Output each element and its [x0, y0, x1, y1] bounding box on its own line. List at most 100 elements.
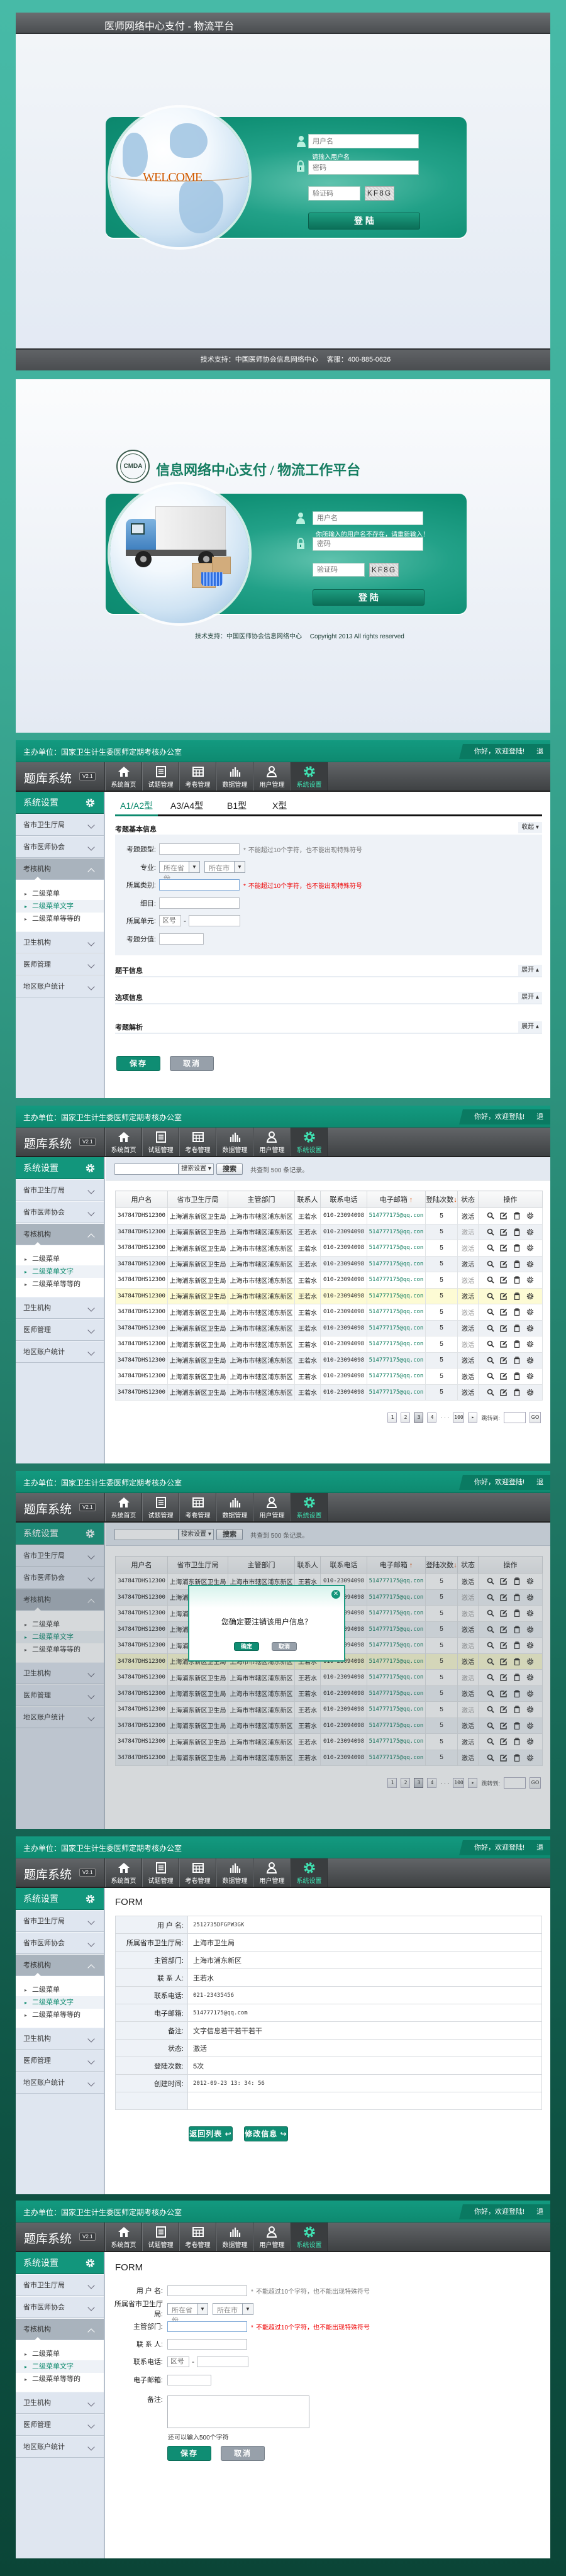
view-icon[interactable] — [487, 1212, 494, 1219]
sidebar-item-provincial-health-bureau[interactable]: 省市卫生厅局 — [16, 1910, 104, 1932]
sidebar-item-regional-account-stats[interactable]: 地区账户统计 — [16, 975, 104, 997]
page-button[interactable]: 2 — [401, 1413, 411, 1423]
submenu-item[interactable]: 二级菜单 — [16, 887, 104, 900]
nav-data[interactable]: 数据管理 — [216, 1128, 253, 1156]
edit-icon[interactable] — [500, 1389, 508, 1396]
login-button[interactable]: 登 陆 — [308, 213, 420, 230]
nav-settings[interactable]: 系统设置 — [291, 2223, 328, 2251]
edit-icon[interactable] — [500, 1260, 508, 1268]
submenu-item[interactable]: 二级菜单等等的 — [16, 2373, 104, 2385]
nav-papers[interactable]: 考卷管理 — [179, 1493, 216, 1521]
back-to-list-button[interactable]: 返回列表 ↩ — [189, 2126, 233, 2141]
settings-icon[interactable] — [526, 1228, 534, 1236]
settings-icon[interactable] — [526, 1212, 534, 1219]
edit-icon[interactable] — [500, 1292, 508, 1300]
sidebar-item-regional-account-stats[interactable]: 地区账户统计 — [16, 1341, 104, 1363]
nav-papers[interactable]: 考卷管理 — [179, 1128, 216, 1156]
nav-papers[interactable]: 考卷管理 — [179, 1858, 216, 1887]
nav-settings[interactable]: 系统设置 — [291, 1858, 328, 1887]
tab-a1-a2[interactable]: A1/A2型 — [120, 799, 153, 812]
delete-icon[interactable] — [513, 1372, 521, 1380]
settings-icon[interactable] — [526, 1340, 534, 1348]
view-icon[interactable] — [487, 1324, 494, 1332]
delete-icon[interactable] — [513, 1389, 521, 1396]
username-input[interactable] — [313, 511, 423, 525]
next-page-button[interactable]: ▸ — [468, 1413, 478, 1423]
captcha-image[interactable]: KF8G — [369, 563, 399, 577]
submenu-item[interactable]: 二级菜单等等的 — [16, 913, 104, 925]
edit-icon[interactable] — [500, 1228, 508, 1236]
table-row[interactable]: 347847DHS12300 上海浦东新区卫生局 上海市市辖区浦东新区 王若水 … — [115, 1352, 543, 1368]
settings-icon[interactable] — [526, 1292, 534, 1300]
username-input[interactable] — [308, 134, 419, 148]
nav-users[interactable]: 用户管理 — [253, 1493, 291, 1521]
province-select[interactable]: 所在省份 ▼ — [159, 861, 200, 882]
view-icon[interactable] — [487, 1389, 494, 1396]
column-header[interactable]: 联系人 — [294, 1191, 321, 1208]
nav-questions[interactable]: 试题管理 — [142, 1128, 179, 1156]
table-row[interactable]: 347847DHS12300 上海浦东新区卫生局 上海市市辖区浦东新区 王若水 … — [115, 1368, 543, 1385]
close-icon[interactable]: ✕ — [331, 1590, 340, 1599]
password-input[interactable] — [308, 160, 419, 175]
captcha-image[interactable]: KF8G — [365, 186, 394, 201]
nav-home[interactable]: 系统首页 — [105, 2223, 142, 2251]
sidebar-item-medical-association[interactable]: 省市医师协会 — [16, 836, 104, 858]
sidebar-item-physician-management[interactable]: 医师管理 — [16, 2050, 104, 2072]
expand-toggle[interactable]: 展开 ▴ — [518, 1021, 542, 1033]
nav-data[interactable]: 数据管理 — [216, 762, 253, 791]
sidebar-item-regional-account-stats[interactable]: 地区账户统计 — [16, 2436, 104, 2458]
nav-questions[interactable]: 试题管理 — [142, 1858, 179, 1887]
sidebar-item-health-institution[interactable]: 卫生机构 — [16, 1297, 104, 1319]
view-icon[interactable] — [487, 1260, 494, 1268]
tab-a3-a4[interactable]: A3/A4型 — [170, 799, 203, 812]
settings-icon[interactable] — [526, 1389, 534, 1396]
delete-icon[interactable] — [513, 1244, 521, 1252]
captcha-input[interactable] — [308, 186, 360, 201]
nav-data[interactable]: 数据管理 — [216, 1493, 253, 1521]
delete-icon[interactable] — [513, 1212, 521, 1220]
nav-questions[interactable]: 试题管理 — [142, 2223, 179, 2251]
nav-data[interactable]: 数据管理 — [216, 2223, 253, 2251]
confirm-button[interactable]: 确定 — [234, 1642, 259, 1651]
settings-icon[interactable] — [526, 1276, 534, 1284]
submenu-item[interactable]: 二级菜单 — [16, 1984, 104, 1996]
submenu-item[interactable]: 二级菜单 — [16, 2348, 104, 2360]
category-input[interactable] — [159, 879, 240, 891]
column-header-login-count[interactable]: 登陆次数↓ — [425, 1191, 458, 1208]
area-code-input[interactable] — [167, 2356, 189, 2367]
sidebar-item-provincial-health-bureau[interactable]: 省市卫生厅局 — [16, 2274, 104, 2296]
email-input[interactable] — [167, 2374, 211, 2385]
sidebar-item-assessment-institution[interactable]: 考核机构 — [16, 1223, 104, 1245]
view-icon[interactable] — [487, 1357, 494, 1364]
detail-input[interactable] — [159, 897, 240, 909]
settings-icon[interactable] — [526, 1357, 534, 1364]
edit-icon[interactable] — [500, 1308, 508, 1316]
delete-icon[interactable] — [513, 1292, 521, 1300]
unit-input[interactable] — [189, 915, 240, 927]
nav-questions[interactable]: 试题管理 — [142, 762, 179, 791]
expand-toggle[interactable]: 展开 ▴ — [518, 965, 542, 976]
cancel-button[interactable]: 取消 — [170, 1056, 214, 1071]
login-button[interactable]: 登 陆 — [313, 589, 425, 606]
table-row[interactable]: 347847DHS12300 上海浦东新区卫生局 上海市市辖区浦东新区 王若水 … — [115, 1287, 543, 1304]
nav-home[interactable]: 系统首页 — [105, 1128, 142, 1156]
edit-icon[interactable] — [500, 1324, 508, 1332]
sidebar-item-assessment-institution[interactable]: 考核机构 — [16, 858, 104, 880]
sidebar-item-provincial-health-bureau[interactable]: 省市卫生厅局 — [16, 814, 104, 836]
page-button[interactable]: 4 — [427, 1413, 437, 1423]
cancel-button[interactable]: 取消 — [221, 2446, 265, 2461]
sidebar-item-provincial-health-bureau[interactable]: 省市卫生厅局 — [16, 1179, 104, 1201]
nav-users[interactable]: 用户管理 — [253, 1128, 291, 1156]
page-button[interactable]: 1 — [387, 1413, 397, 1423]
settings-icon[interactable] — [526, 1260, 534, 1268]
submenu-item[interactable]: 二级菜单等等的 — [16, 2009, 104, 2021]
nav-papers[interactable]: 考卷管理 — [179, 2223, 216, 2251]
cancel-button[interactable]: 取消 — [272, 1642, 297, 1651]
nav-home[interactable]: 系统首页 — [105, 1493, 142, 1521]
sidebar-item-physician-management[interactable]: 医师管理 — [16, 2414, 104, 2436]
settings-icon[interactable] — [526, 1244, 534, 1252]
sidebar-item-assessment-institution[interactable]: 考核机构 — [16, 2318, 104, 2340]
edit-icon[interactable] — [500, 1372, 508, 1380]
sidebar-item-physician-management[interactable]: 医师管理 — [16, 1319, 104, 1341]
delete-icon[interactable] — [513, 1324, 521, 1332]
